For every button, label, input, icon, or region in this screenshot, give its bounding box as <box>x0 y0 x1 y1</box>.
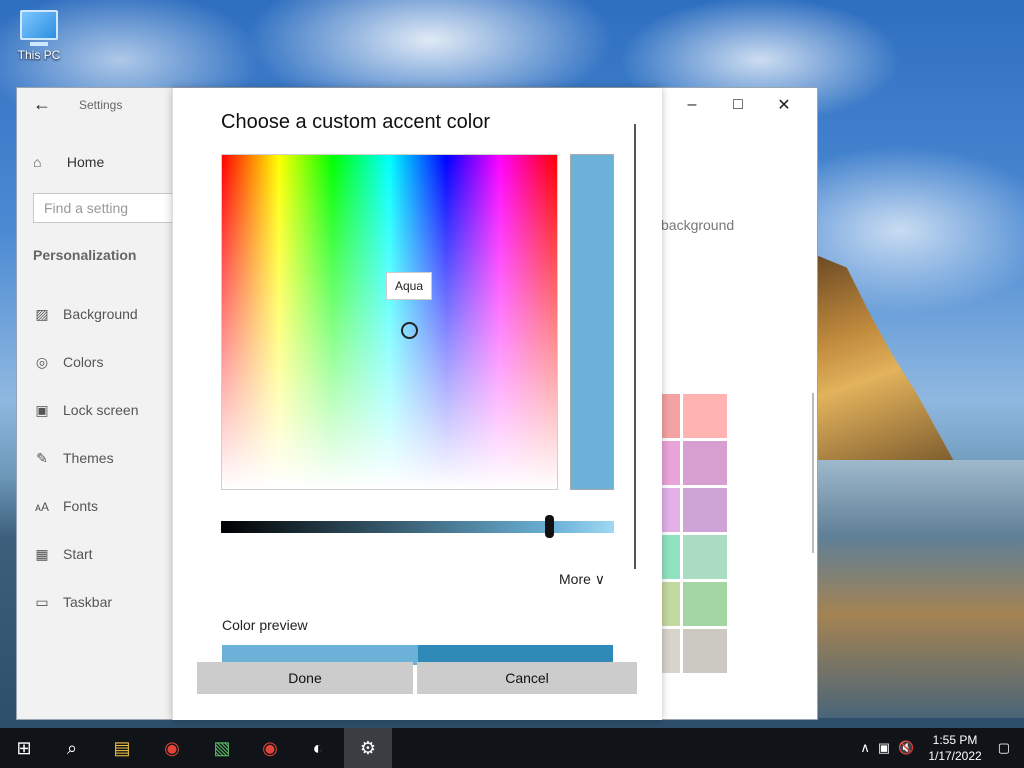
desktop-icon-label: This PC <box>17 48 61 62</box>
palette-icon: ◎ <box>35 354 49 370</box>
themes-icon: ✎ <box>36 450 48 466</box>
color-preview-label: Color preview <box>222 617 308 633</box>
nav-background[interactable]: ▨ Background <box>33 306 138 323</box>
nav-fonts[interactable]: ᴀA Fonts <box>33 498 98 514</box>
nav-home[interactable]: ⌂ Home <box>33 154 104 170</box>
chevron-up-icon[interactable]: ∧ <box>860 740 870 756</box>
desktop-icon-this-pc[interactable]: This PC <box>14 10 64 62</box>
accent-swatch[interactable] <box>660 629 680 673</box>
obs-icon[interactable]: ◐ <box>294 728 342 768</box>
content-partial-text: background <box>661 217 735 233</box>
window-title: Settings <box>79 98 123 112</box>
nav-label: Fonts <box>63 498 99 514</box>
nav-taskbar[interactable]: ▭ Taskbar <box>33 594 112 611</box>
accent-swatch[interactable] <box>660 535 680 579</box>
section-title: Personalization <box>33 247 137 263</box>
volume-muted-icon[interactable]: 🔇 <box>898 740 914 756</box>
wallpaper-cliff <box>816 255 956 465</box>
app-icon[interactable]: ▧ <box>198 728 246 768</box>
chrome-icon[interactable]: ◉ <box>148 728 196 768</box>
accent-swatch[interactable] <box>660 394 680 438</box>
chevron-down-icon: ∨ <box>594 571 606 587</box>
nav-home-label: Home <box>66 154 105 170</box>
nav-label: Start <box>63 546 93 562</box>
taskbar-icon: ▭ <box>35 594 49 610</box>
nav-lock-screen[interactable]: ▣ Lock screen <box>33 402 138 419</box>
color-name-tooltip: Aqua <box>386 272 433 300</box>
network-icon[interactable]: ▣ <box>878 740 890 756</box>
maximize-icon[interactable]: □ <box>715 92 761 118</box>
selected-color-preview <box>570 154 614 490</box>
nav-colors[interactable]: ◎ Colors <box>33 354 104 371</box>
accent-swatch[interactable] <box>683 441 727 485</box>
taskbar: ⊞ ⌕ ▤ ◉ ▧ ◉ ◐ ⚙ ∧ ▣ 🔇 1:55 PM 1/17/2022 … <box>0 728 1024 768</box>
dialog-title: Choose a custom accent color <box>221 111 491 133</box>
color-picker-handle[interactable] <box>401 322 418 339</box>
system-tray: ∧ ▣ 🔇 1:55 PM 1/17/2022 ▢ <box>856 728 1024 768</box>
lock-screen-icon: ▣ <box>35 402 49 418</box>
wallpaper-sea <box>816 460 1024 718</box>
accent-swatch-grid <box>660 394 728 673</box>
accent-swatch[interactable] <box>683 488 727 532</box>
cancel-button[interactable]: Cancel <box>417 662 637 694</box>
accent-swatch[interactable] <box>660 441 680 485</box>
nav-label: Background <box>63 306 138 322</box>
chrome-profile-icon[interactable]: ◉ <box>246 728 294 768</box>
accent-swatch[interactable] <box>683 629 727 673</box>
dialog-scrollbar[interactable] <box>634 124 636 569</box>
nav-label: Themes <box>63 450 114 466</box>
accent-swatch[interactable] <box>683 582 727 626</box>
home-icon: ⌂ <box>33 154 42 170</box>
windows-start-icon[interactable]: ⊞ <box>0 728 48 768</box>
picture-icon: ▨ <box>35 306 49 322</box>
notification-icon[interactable]: ▢ <box>998 740 1010 756</box>
window-controls: – □ ✕ <box>669 92 807 118</box>
search-icon[interactable]: ⌕ <box>48 728 96 768</box>
clock[interactable]: 1:55 PM 1/17/2022 <box>928 732 981 764</box>
nav-label: Lock screen <box>63 402 139 418</box>
more-label: More <box>559 571 591 587</box>
computer-icon <box>20 10 58 46</box>
nav-start[interactable]: ▦ Start <box>33 546 93 563</box>
brightness-slider-thumb[interactable] <box>545 515 554 538</box>
start-icon: ▦ <box>35 546 49 562</box>
more-toggle[interactable]: More ∨ <box>559 571 605 588</box>
accent-swatch[interactable] <box>660 488 680 532</box>
search-input[interactable]: Find a setting <box>33 193 183 223</box>
clock-time: 1:55 PM <box>932 733 978 747</box>
minimize-icon[interactable]: – <box>669 92 715 118</box>
nav-label: Taskbar <box>63 594 113 610</box>
accent-swatch[interactable] <box>683 394 727 438</box>
search-placeholder: Find a setting <box>44 200 129 216</box>
custom-color-dialog: Choose a custom accent color Aqua More ∨… <box>172 88 662 720</box>
file-explorer-icon[interactable]: ▤ <box>98 728 146 768</box>
accent-swatch[interactable] <box>660 582 680 626</box>
settings-gear-icon[interactable]: ⚙ <box>344 728 392 768</box>
brightness-slider[interactable] <box>221 515 614 538</box>
content-scrollbar[interactable] <box>812 393 814 553</box>
nav-themes[interactable]: ✎ Themes <box>33 450 114 467</box>
fonts-icon: ᴀA <box>35 500 49 514</box>
close-icon[interactable]: ✕ <box>761 92 807 118</box>
clock-date: 1/17/2022 <box>928 749 982 763</box>
back-arrow-icon[interactable]: ← <box>33 94 51 115</box>
nav-label: Colors <box>63 354 104 370</box>
done-button[interactable]: Done <box>197 662 413 694</box>
color-spectrum[interactable] <box>221 154 558 490</box>
accent-swatch[interactable] <box>683 535 727 579</box>
settings-sidebar: ← Settings ⌂ Home Find a setting Persona… <box>17 88 183 719</box>
